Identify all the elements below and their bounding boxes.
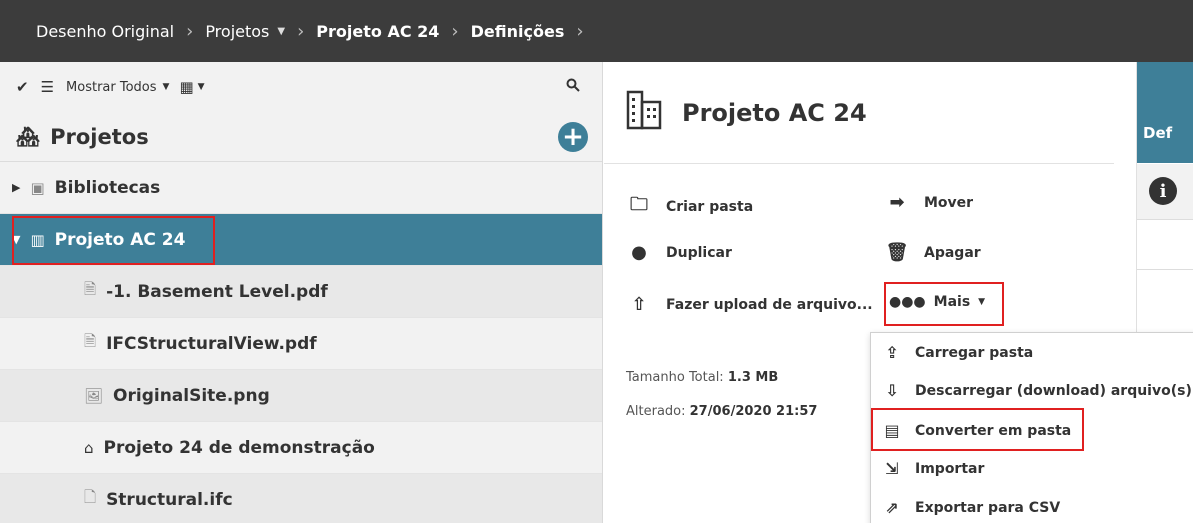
projects-title: Projetos bbox=[50, 124, 149, 149]
breadcrumb-item-projects[interactable]: Projetos ▼ › bbox=[205, 21, 316, 42]
projects-icon: 🏘 bbox=[16, 126, 41, 148]
tree-item-label: IFCStructuralView.pdf bbox=[106, 333, 317, 354]
list-icon[interactable]: ☰ bbox=[41, 78, 54, 96]
modified-label: Alterado: bbox=[626, 404, 686, 419]
tree-item-label: Bibliotecas bbox=[54, 177, 161, 198]
action-label: Apagar bbox=[924, 244, 981, 261]
size-label: Tamanho Total: bbox=[626, 370, 724, 385]
export-icon: ⇗ bbox=[885, 498, 899, 517]
tree-item-label: Projeto 24 de demonstração bbox=[103, 437, 375, 458]
project-tree-panel: ✔ ☰ Mostrar Todos ▼ ▦ ▼ 🏘 Projetos + ▶ ▣… bbox=[0, 62, 603, 523]
import-icon: ⇲ bbox=[885, 459, 899, 478]
tree-item-file[interactable]: ⌂ Projeto 24 de demonstração bbox=[0, 422, 602, 474]
create-folder-button[interactable]: 🗀 Criar pasta bbox=[626, 192, 753, 222]
menu-item-label: Descarregar (download) arquivo(s) bbox=[915, 382, 1192, 399]
upload-file-button[interactable]: ⇧ Fazer upload de arquivo... bbox=[626, 294, 873, 315]
caret-down-icon[interactable]: ▼ bbox=[198, 82, 205, 92]
upload-icon: ⇧ bbox=[631, 294, 647, 315]
menu-item-label: Carregar pasta bbox=[915, 344, 1034, 361]
tree-item-label: OriginalSite.png bbox=[113, 385, 270, 406]
menu-item-export-csv[interactable]: ⇗ Exportar para CSV bbox=[881, 498, 1060, 517]
breadcrumb-item-settings[interactable]: Definições › bbox=[471, 21, 596, 42]
upload-folder-icon: ⇪ bbox=[885, 343, 899, 362]
menu-item-label: Exportar para CSV bbox=[915, 499, 1061, 516]
total-size: Tamanho Total: 1.3 MB bbox=[626, 370, 778, 385]
download-icon: ⇩ bbox=[885, 381, 899, 400]
delete-button[interactable]: 🗑 Apagar bbox=[884, 242, 981, 263]
menu-item-label: Importar bbox=[915, 460, 985, 477]
tree-item-libraries[interactable]: ▶ ▣ Bibliotecas bbox=[0, 162, 602, 214]
menu-item-upload-folder[interactable]: ⇪ Carregar pasta bbox=[881, 343, 1033, 362]
modified-date: Alterado: 27/06/2020 21:57 bbox=[626, 404, 817, 419]
breadcrumb: Desenho Original › Projetos ▼ › Projeto … bbox=[0, 0, 1193, 62]
filter-dropdown[interactable]: Mostrar Todos bbox=[66, 80, 157, 95]
page-title: Projeto AC 24 bbox=[682, 98, 867, 127]
folder-icon: 🗀 bbox=[630, 194, 648, 215]
tree-item-file[interactable]: 🗎 IFCStructuralView.pdf bbox=[0, 318, 602, 370]
menu-item-download-files[interactable]: ⇩ Descarregar (download) arquivo(s) bbox=[881, 381, 1192, 400]
caret-right-icon[interactable]: ▶ bbox=[12, 181, 20, 194]
size-value: 1.3 MB bbox=[727, 370, 779, 385]
tree-item-label: Structural.ifc bbox=[106, 489, 233, 510]
checkmark-icon[interactable]: ✔ bbox=[16, 78, 29, 96]
tab-settings[interactable]: Def bbox=[1137, 62, 1193, 163]
chevron-right-icon: › bbox=[451, 20, 459, 42]
arrow-right-icon: ➡ bbox=[889, 192, 905, 213]
tree-item-file[interactable]: 🖼 OriginalSite.png bbox=[0, 370, 602, 422]
chevron-right-icon: › bbox=[576, 20, 584, 42]
duplicate-button[interactable]: ● Duplicar bbox=[626, 242, 732, 263]
breadcrumb-label[interactable]: Projetos bbox=[205, 22, 269, 41]
chevron-right-icon: › bbox=[297, 20, 305, 42]
projects-header: 🏘 Projetos + bbox=[0, 112, 602, 162]
pdf-file-icon: 🗎 bbox=[84, 332, 97, 350]
menu-item-import[interactable]: ⇲ Importar bbox=[881, 459, 984, 478]
caret-down-icon[interactable]: ▼ bbox=[163, 82, 170, 92]
move-button[interactable]: ➡ Mover bbox=[884, 192, 973, 213]
duplicate-icon: ● bbox=[631, 242, 647, 263]
highlight-box bbox=[871, 408, 1084, 451]
details-header: Projeto AC 24 bbox=[604, 62, 1114, 164]
action-label: Fazer upload de arquivo... bbox=[666, 296, 873, 313]
action-label: Duplicar bbox=[666, 244, 732, 261]
building-icon bbox=[626, 90, 662, 136]
action-label: Criar pasta bbox=[666, 199, 754, 215]
tree-item-file[interactable]: 🗋 Structural.ifc bbox=[0, 474, 602, 523]
tree-item-label: -1. Basement Level.pdf bbox=[106, 281, 328, 302]
pdf-file-icon: 🗎 bbox=[84, 280, 97, 298]
highlight-box bbox=[12, 216, 215, 265]
tree-toolbar: ✔ ☰ Mostrar Todos ▼ ▦ ▼ bbox=[0, 62, 602, 112]
breadcrumb-label[interactable]: Definições bbox=[471, 22, 565, 41]
file-icon: 🗋 bbox=[84, 488, 97, 506]
breadcrumb-item-project[interactable]: Projeto AC 24 › bbox=[316, 21, 470, 42]
action-label: Mover bbox=[924, 194, 974, 211]
image-file-icon: 🖼 bbox=[84, 386, 104, 405]
chevron-right-icon: › bbox=[186, 20, 194, 42]
breadcrumb-label[interactable]: Desenho Original bbox=[36, 22, 174, 41]
highlight-box bbox=[884, 282, 1004, 326]
project-icon: ⌂ bbox=[84, 438, 94, 457]
modified-value: 27/06/2020 21:57 bbox=[689, 404, 818, 419]
calendar-icon[interactable]: ▦ bbox=[179, 78, 193, 96]
breadcrumb-item-root[interactable]: Desenho Original › bbox=[36, 21, 205, 42]
add-project-button[interactable]: + bbox=[558, 122, 588, 152]
info-icon[interactable]: i bbox=[1149, 177, 1177, 205]
divider bbox=[1137, 269, 1193, 270]
caret-down-icon[interactable]: ▼ bbox=[277, 26, 285, 37]
tree-item-file[interactable]: 🗎 -1. Basement Level.pdf bbox=[0, 266, 602, 318]
tree-item-project-ac24[interactable]: ▼ ▥ Projeto AC 24 bbox=[0, 214, 602, 266]
trash-icon: 🗑 bbox=[885, 242, 909, 263]
search-icon[interactable] bbox=[566, 78, 580, 96]
library-icon: ▣ bbox=[30, 178, 45, 197]
breadcrumb-label[interactable]: Projeto AC 24 bbox=[316, 22, 439, 41]
